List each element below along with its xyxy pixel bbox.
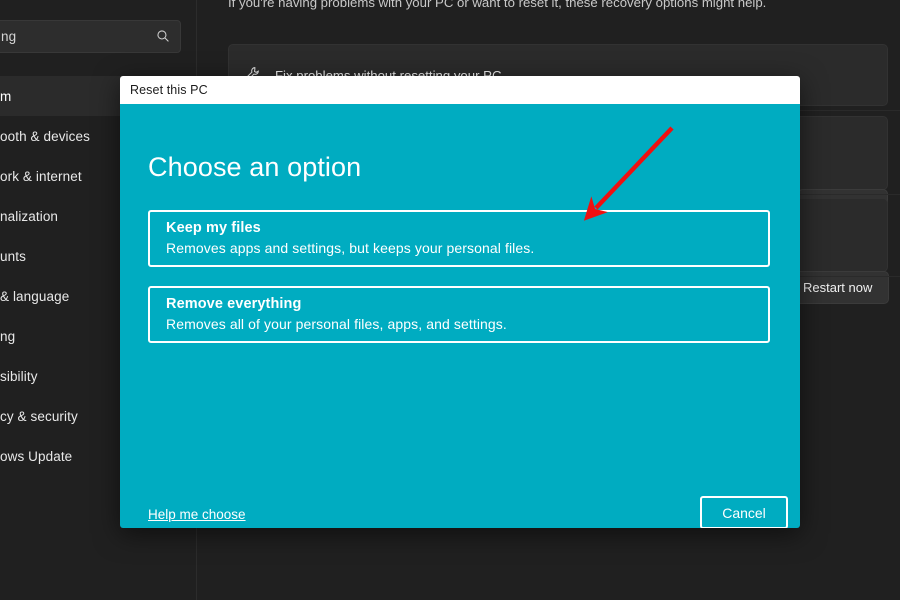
option-description: Removes apps and settings, but keeps you… <box>166 240 535 256</box>
sidebar-item-label: ows Update <box>0 448 73 464</box>
search-input[interactable]: ng <box>0 20 181 53</box>
recovery-intro-text: If you're having problems with your PC o… <box>228 0 767 10</box>
option-keep-my-files[interactable]: Keep my files Removes apps and settings,… <box>148 210 770 267</box>
option-description: Removes all of your personal files, apps… <box>166 316 507 332</box>
dialog-titlebar: Reset this PC <box>120 76 800 104</box>
sidebar-item-label: sibility <box>0 368 38 384</box>
sidebar-item-label: cy & security <box>0 408 78 424</box>
option-remove-everything[interactable]: Remove everything Removes all of your pe… <box>148 286 770 343</box>
reset-this-pc-dialog: Reset this PC Choose an option Keep my f… <box>120 76 800 528</box>
sidebar-item-label: ng <box>0 328 16 344</box>
sidebar-item-label: ork & internet <box>0 168 82 184</box>
cancel-button[interactable]: Cancel <box>700 496 788 528</box>
search-input-value: ng <box>1 29 17 44</box>
dialog-title: Reset this PC <box>130 83 208 97</box>
option-title: Keep my files <box>166 220 261 236</box>
dialog-heading: Choose an option <box>148 152 362 182</box>
sidebar-item-label: ooth & devices <box>0 128 90 144</box>
search-icon[interactable] <box>156 29 170 45</box>
screen: ng m ooth & devices ork & internet naliz… <box>0 0 900 600</box>
sidebar-item-label: nalization <box>0 208 59 224</box>
option-title: Remove everything <box>166 296 302 312</box>
dialog-body: Choose an option Keep my files Removes a… <box>120 104 800 528</box>
sidebar-item-label: m <box>0 88 12 104</box>
help-me-choose-link[interactable]: Help me choose <box>148 507 246 522</box>
sidebar-item-label: & language <box>0 288 70 304</box>
sidebar-item-label: unts <box>0 248 26 264</box>
